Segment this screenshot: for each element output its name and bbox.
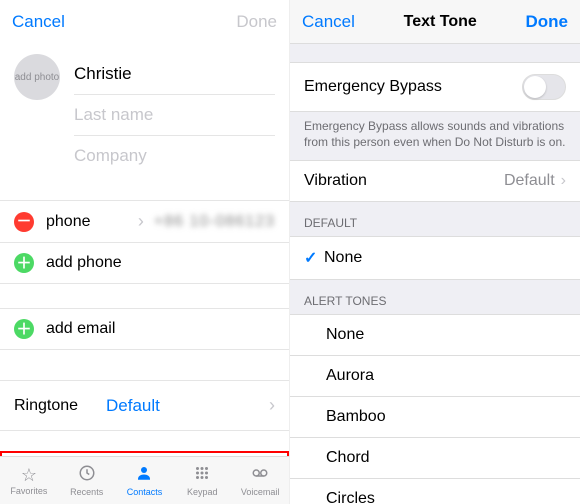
- done-button[interactable]: Done: [525, 12, 568, 32]
- vibration-value: Default: [504, 172, 555, 190]
- tab-bar: ☆ Favorites Recents Contacts Keypad Vo: [0, 456, 289, 504]
- emergency-bypass-row[interactable]: Emergency Bypass: [290, 62, 580, 112]
- ringtone-row[interactable]: Ringtone Default ›: [0, 380, 289, 431]
- phone-label: phone: [46, 213, 91, 231]
- add-phone-icon[interactable]: ＋: [14, 253, 34, 273]
- done-button: Done: [236, 12, 277, 32]
- tone-label: Chord: [326, 449, 370, 467]
- remove-phone-icon[interactable]: －: [14, 212, 34, 232]
- tab-favorites[interactable]: ☆ Favorites: [0, 457, 58, 504]
- tone-row[interactable]: Aurora: [290, 356, 580, 397]
- vibration-label: Vibration: [304, 172, 367, 190]
- keypad-icon: [192, 464, 212, 485]
- emergency-bypass-toggle[interactable]: [522, 74, 566, 100]
- tab-label: Contacts: [127, 487, 163, 497]
- tab-voicemail[interactable]: Voicemail: [231, 457, 289, 504]
- phone-row[interactable]: － phone › +86 10-086123: [0, 200, 289, 243]
- tab-contacts[interactable]: Contacts: [116, 457, 174, 504]
- cancel-button[interactable]: Cancel: [12, 12, 65, 32]
- phone-number[interactable]: +86 10-086123: [154, 213, 275, 231]
- tone-row[interactable]: Chord: [290, 438, 580, 479]
- add-photo-label: add photo: [15, 72, 60, 83]
- vibration-row[interactable]: Vibration Default ›: [290, 160, 580, 202]
- tone-label: Bamboo: [326, 408, 386, 426]
- page-title: Text Tone: [404, 13, 477, 31]
- default-none-row[interactable]: ✓ None: [290, 236, 580, 280]
- star-icon: ☆: [21, 466, 37, 484]
- tone-label: Aurora: [326, 367, 374, 385]
- navbar-left: Cancel Done: [0, 0, 289, 44]
- checkmark-icon: ✓: [304, 248, 324, 268]
- tone-row[interactable]: None: [290, 314, 580, 356]
- emergency-bypass-note: Emergency Bypass allows sounds and vibra…: [290, 112, 580, 160]
- tone-label: Circles: [326, 490, 375, 504]
- text-tone-screen: Cancel Text Tone Done Emergency Bypass E…: [290, 0, 580, 504]
- ringtone-label: Ringtone: [14, 397, 106, 415]
- add-phone-row[interactable]: ＋ add phone: [0, 243, 289, 284]
- tab-label: Recents: [70, 487, 103, 497]
- add-email-row[interactable]: ＋ add email: [0, 308, 289, 350]
- tab-recents[interactable]: Recents: [58, 457, 116, 504]
- contact-edit-body: add photo Christie Last name Company － p…: [0, 44, 289, 456]
- first-name-field[interactable]: Christie: [74, 54, 275, 95]
- voicemail-icon: [250, 464, 270, 485]
- clock-icon: [77, 464, 97, 485]
- cancel-button[interactable]: Cancel: [302, 12, 355, 32]
- tab-label: Keypad: [187, 487, 218, 497]
- chevron-right-icon: ›: [269, 395, 275, 416]
- default-section-header: DEFAULT: [290, 202, 580, 236]
- tab-label: Voicemail: [241, 487, 280, 497]
- default-none-label: None: [324, 249, 362, 267]
- alert-tones-header: ALERT TONES: [290, 280, 580, 314]
- tone-label: None: [326, 326, 364, 344]
- add-photo-button[interactable]: add photo: [14, 54, 60, 100]
- chevron-right-icon: ›: [561, 172, 566, 190]
- company-field[interactable]: Company: [74, 136, 275, 176]
- add-email-icon[interactable]: ＋: [14, 319, 34, 339]
- add-email-label: add email: [46, 320, 115, 338]
- contact-edit-screen: Cancel Done add photo Christie Last name…: [0, 0, 290, 504]
- chevron-right-icon: ›: [138, 211, 144, 232]
- contact-icon: [134, 464, 154, 485]
- tab-keypad[interactable]: Keypad: [173, 457, 231, 504]
- tone-row[interactable]: Circles: [290, 479, 580, 504]
- emergency-bypass-label: Emergency Bypass: [304, 78, 442, 96]
- tone-row[interactable]: Bamboo: [290, 397, 580, 438]
- add-phone-label: add phone: [46, 254, 122, 272]
- ringtone-value: Default: [106, 396, 160, 416]
- last-name-field[interactable]: Last name: [74, 95, 275, 136]
- tab-label: Favorites: [10, 486, 47, 496]
- navbar-right: Cancel Text Tone Done: [290, 0, 580, 44]
- text-tone-body: Emergency Bypass Emergency Bypass allows…: [290, 44, 580, 504]
